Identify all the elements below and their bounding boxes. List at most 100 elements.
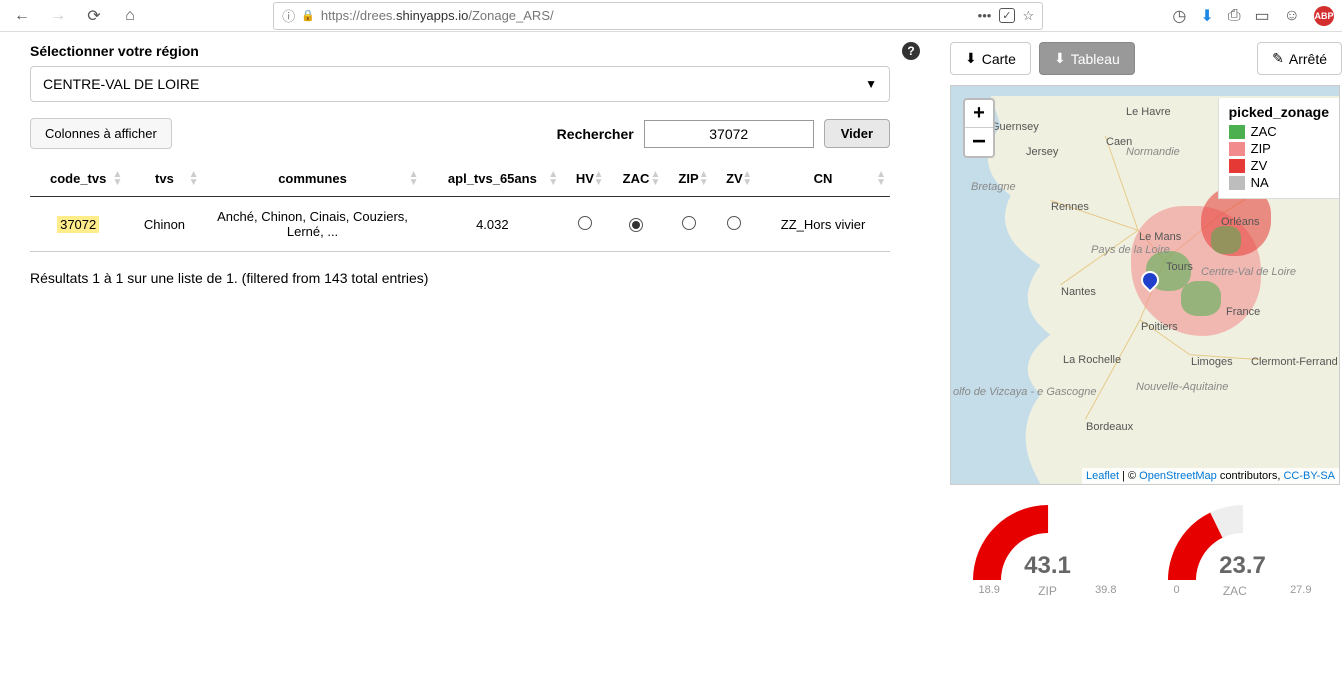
th-zip[interactable]: ZIP▲▼ (664, 161, 712, 197)
search-label: Rechercher (557, 126, 634, 142)
cell-apl: 4.032 (423, 197, 563, 252)
lock-icon: 🔒 (301, 9, 315, 22)
caret-down-icon: ▼ (865, 77, 877, 91)
map-legend: picked_zonage ZAC ZIP ZV NA (1218, 98, 1339, 199)
osm-link[interactable]: OpenStreetMap (1139, 470, 1217, 482)
abp-icon[interactable]: ABP (1314, 6, 1334, 26)
city-label: Guernsey (991, 121, 1039, 133)
search-input[interactable] (644, 120, 814, 148)
region-label: Centre-Val de Loire (1201, 266, 1296, 278)
th-communes[interactable]: communes▲▼ (203, 161, 423, 197)
city-label: Orléans (1221, 216, 1260, 228)
zoom-in-button[interactable]: + (965, 100, 993, 128)
gauge-zip: 43.1 18.9 ZIP 39.8 (973, 505, 1123, 598)
city-label: Clermont-Ferrand (1251, 356, 1338, 368)
zoom-out-button[interactable]: − (965, 128, 993, 156)
map[interactable]: + − picked_zonage ZAC ZIP ZV NA Guernsey Jer… (950, 85, 1340, 485)
th-hv[interactable]: HV▲▼ (562, 161, 607, 197)
radio-zac[interactable] (629, 218, 643, 232)
legend-swatch (1229, 142, 1245, 156)
th-tvs[interactable]: tvs▲▼ (126, 161, 202, 197)
left-panel: Sélectionner votre région ? CENTRE-VAL D… (30, 42, 940, 598)
bookmark-icon[interactable]: ☆ (1023, 8, 1035, 24)
library-icon[interactable]: ⎙ (1228, 7, 1241, 25)
th-zac[interactable]: ZAC▲▼ (608, 161, 665, 197)
radio-zv[interactable] (727, 216, 741, 230)
th-code-tvs[interactable]: code_tvs▲▼ (30, 161, 126, 197)
carte-button[interactable]: ⬇ Carte (950, 42, 1031, 75)
legend-title: picked_zonage (1229, 104, 1329, 120)
clear-button[interactable]: Vider (824, 119, 890, 148)
download-icon: ⬇ (1054, 50, 1066, 67)
arrete-button[interactable]: ✎ Arrêté (1257, 42, 1342, 75)
city-label: Jersey (1026, 146, 1058, 158)
th-apl[interactable]: apl_tvs_65ans▲▼ (423, 161, 563, 197)
city-label: France (1226, 306, 1260, 318)
cell-tvs: Chinon (126, 197, 202, 252)
map-attribution: Leaflet | © OpenStreetMap contributors, … (1082, 468, 1339, 484)
city-label: Nantes (1061, 286, 1096, 298)
th-zv[interactable]: ZV▲▼ (713, 161, 756, 197)
region-label: Bretagne (971, 181, 1016, 193)
cell-cn: ZZ_Hors vivier (756, 197, 890, 252)
right-panel: ⬇ Carte ⬇ Tableau ✎ Arrêté (940, 42, 1342, 598)
region-select[interactable]: CENTRE-VAL DE LOIRE ▼ (30, 66, 890, 102)
legend-swatch (1229, 176, 1245, 190)
legend-row: ZIP (1229, 141, 1329, 156)
license-link[interactable]: CC-BY-SA (1283, 470, 1335, 482)
region-label: olfo de Vizcaya - e Gascogne (953, 386, 1097, 398)
reader-icon[interactable]: ▭ (1255, 6, 1270, 26)
city-label: Le Mans (1139, 231, 1181, 243)
city-label: Limoges (1191, 356, 1233, 368)
city-label: Tours (1166, 261, 1193, 273)
radio-hv[interactable] (578, 216, 592, 230)
region-selected-value: CENTRE-VAL DE LOIRE (43, 76, 199, 92)
data-table: code_tvs▲▼ tvs▲▼ communes▲▼ apl_tvs_65an… (30, 161, 890, 252)
city-label: Bordeaux (1086, 421, 1133, 433)
home-button[interactable]: ⌂ (116, 2, 144, 30)
legend-row: ZAC (1229, 124, 1329, 139)
shield-icon[interactable]: ✓ (999, 8, 1014, 23)
city-label: Le Havre (1126, 106, 1171, 118)
th-cn[interactable]: CN▲▼ (756, 161, 890, 197)
region-label: Pays de la Loire (1091, 244, 1170, 256)
download-icon[interactable]: ⬇ (1200, 6, 1213, 26)
zone-zac2 (1181, 281, 1221, 316)
cell-code-tvs: 37072 (57, 216, 99, 233)
cell-communes: Anché, Chinon, Cinais, Couziers, Lerné, … (203, 197, 423, 252)
zone-zac3 (1211, 226, 1241, 254)
radio-zip[interactable] (682, 216, 696, 230)
region-label: Sélectionner votre région (30, 43, 199, 59)
info-icon: ⓘ (282, 6, 295, 25)
legend-label: ZIP (1251, 141, 1271, 156)
back-button[interactable]: ← (8, 2, 36, 30)
tableau-button[interactable]: ⬇ Tableau (1039, 42, 1135, 75)
reload-button[interactable]: ⟳ (80, 2, 108, 30)
help-icon[interactable]: ? (902, 42, 920, 60)
legend-label: ZV (1251, 158, 1268, 173)
legend-row: ZV (1229, 158, 1329, 173)
table-row: 37072 Chinon Anché, Chinon, Cinais, Couz… (30, 197, 890, 252)
account-icon[interactable]: ☺ (1284, 7, 1300, 25)
download-icon: ⬇ (965, 50, 977, 67)
legend-label: ZAC (1251, 124, 1277, 139)
url-text: https://drees.shinyapps.io/Zonage_ARS/ (321, 8, 554, 23)
edit-icon: ✎ (1272, 50, 1284, 67)
leaflet-link[interactable]: Leaflet (1086, 470, 1119, 482)
city-label: La Rochelle (1063, 354, 1121, 366)
zoom-controls: + − (963, 98, 995, 158)
gauges: 43.1 18.9 ZIP 39.8 23.7 0 ZAC 27.9 (950, 505, 1340, 598)
legend-label: NA (1251, 175, 1269, 190)
legend-swatch (1229, 159, 1245, 173)
columns-button[interactable]: Colonnes à afficher (30, 118, 172, 149)
url-bar[interactable]: ⓘ 🔒 https://drees.shinyapps.io/Zonage_AR… (273, 2, 1043, 30)
legend-swatch (1229, 125, 1245, 139)
more-icon[interactable]: ••• (978, 8, 992, 23)
forward-button[interactable]: → (44, 2, 72, 30)
region-label: Normandie (1126, 146, 1180, 158)
region-label: Nouvelle-Aquitaine (1136, 381, 1228, 393)
browser-toolbar: ← → ⟳ ⌂ ⓘ 🔒 https://drees.shinyapps.io/Z… (0, 0, 1342, 32)
city-label: Rennes (1051, 201, 1089, 213)
results-text: Résultats 1 à 1 sur une liste de 1. (fil… (30, 270, 940, 286)
history-icon[interactable]: ◷ (1172, 6, 1186, 26)
